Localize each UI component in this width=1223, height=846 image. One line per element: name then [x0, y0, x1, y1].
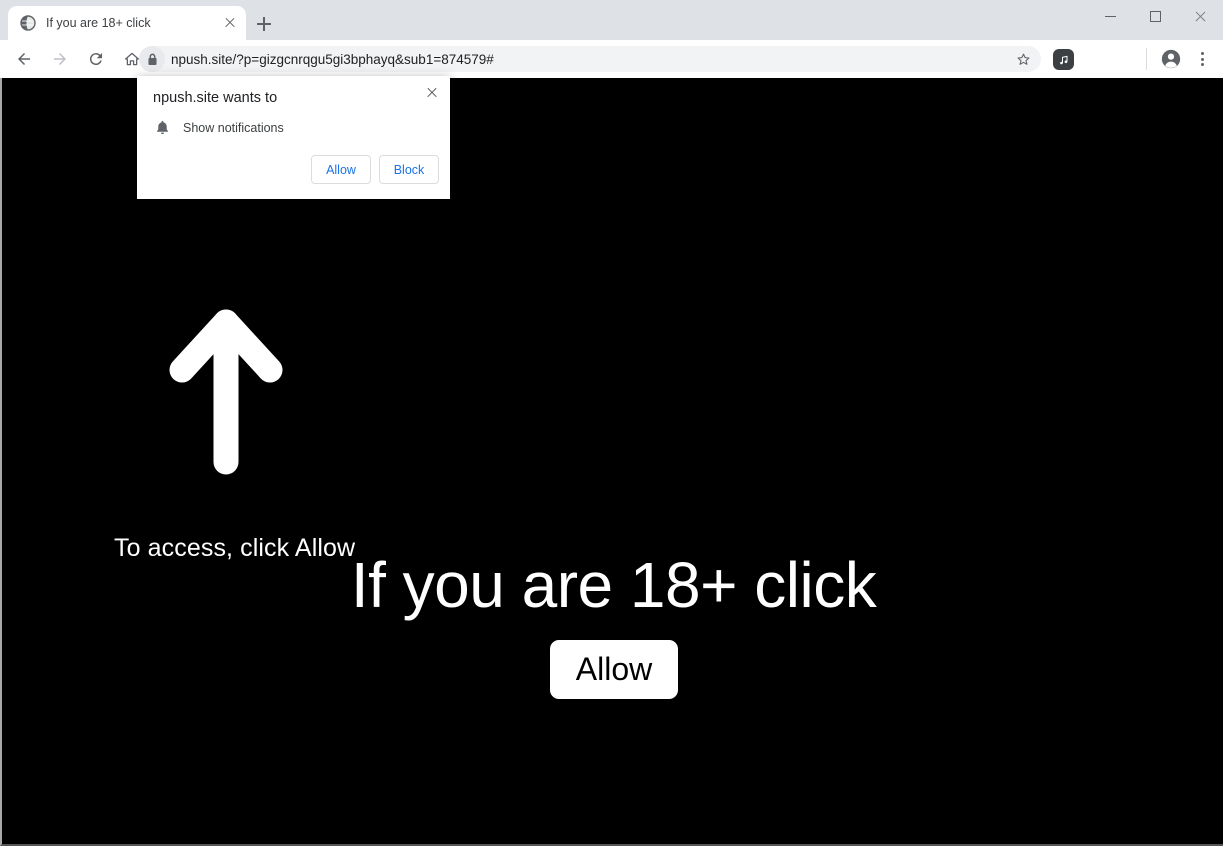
globe-icon: [20, 15, 36, 31]
permission-label: Show notifications: [183, 121, 284, 135]
minimize-button[interactable]: [1088, 0, 1133, 32]
arrow-right-icon: [54, 53, 66, 65]
browser-tab[interactable]: If you are 18+ click: [8, 6, 246, 40]
menu-dot-icon: [1200, 62, 1204, 66]
dialog-close-icon[interactable]: [422, 82, 442, 102]
new-tab-button[interactable]: [252, 12, 276, 36]
address-bar-url: npush.site/?p=gizgcnrqgu5gi3bphayq&sub1=…: [171, 51, 494, 67]
dialog-actions: Allow Block: [311, 155, 439, 184]
toolbar-divider: [1146, 48, 1147, 70]
bell-icon: [153, 119, 171, 137]
profile-avatar[interactable]: [1160, 48, 1182, 70]
arrow-left-icon: [18, 53, 30, 65]
dialog-title: npush.site wants to: [153, 90, 278, 106]
forward-button[interactable]: [46, 45, 74, 73]
window-controls: [1088, 0, 1223, 32]
site-info-button[interactable]: [139, 46, 165, 72]
notification-permission-dialog: npush.site wants to Show notifications A…: [137, 76, 450, 199]
menu-dot-icon: [1200, 57, 1204, 61]
up-arrow-graphic: [169, 309, 283, 475]
close-window-button[interactable]: [1178, 0, 1223, 32]
dialog-block-button[interactable]: Block: [379, 155, 439, 184]
dialog-allow-button[interactable]: Allow: [311, 155, 371, 184]
menu-dot-icon: [1200, 52, 1204, 56]
tab-title: If you are 18+ click: [46, 16, 151, 30]
music-note-icon: [1059, 55, 1067, 64]
reload-icon: [89, 53, 102, 66]
lock-icon: [147, 53, 157, 65]
person-icon: [1161, 49, 1181, 69]
tab-strip: If you are 18+ click: [0, 0, 1223, 40]
chrome-menu-button[interactable]: [1194, 48, 1210, 70]
bell-glyph: [156, 120, 168, 135]
star-icon: [1017, 53, 1029, 65]
address-bar[interactable]: npush.site/?p=gizgcnrqgu5gi3bphayq&sub1=…: [139, 46, 1041, 72]
tab-close-icon[interactable]: [222, 15, 238, 31]
page-headline: If you are 18+ click: [350, 549, 877, 621]
permission-row: Show notifications: [153, 119, 284, 137]
bookmark-star-icon[interactable]: [1009, 51, 1037, 68]
page-allow-button[interactable]: Allow: [550, 640, 678, 699]
music-extension-button[interactable]: [1053, 49, 1074, 70]
browser-window: If you are 18+ click npush.site/?p=gizgc…: [0, 0, 1223, 846]
reload-button[interactable]: [82, 45, 110, 73]
back-button[interactable]: [10, 45, 38, 73]
maximize-button[interactable]: [1133, 0, 1178, 32]
up-arrow-icon: [167, 300, 285, 480]
